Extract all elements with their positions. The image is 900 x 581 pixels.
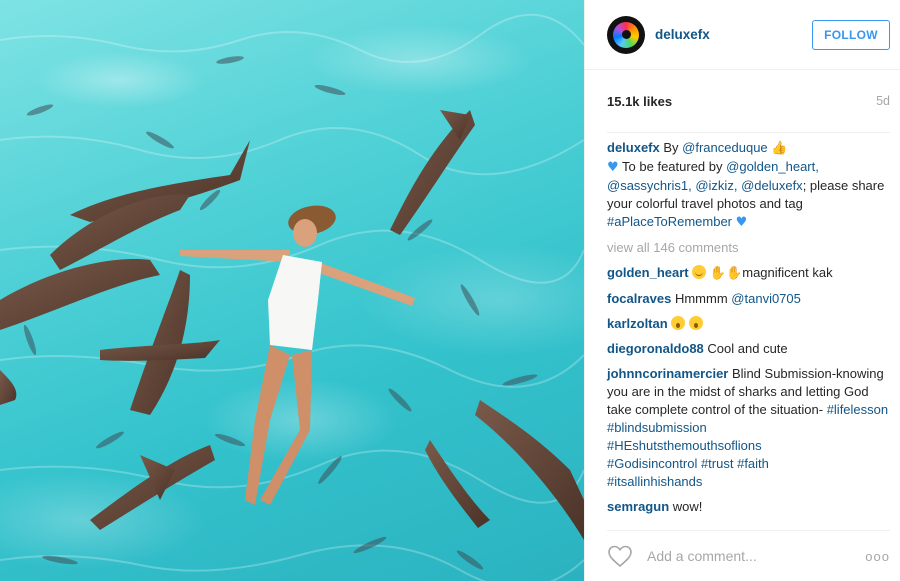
comments-list: deluxefx By @franceduque 👍 ♥ To be featu… [585, 133, 900, 516]
more-options-icon[interactable]: ooo [865, 549, 890, 564]
comment: diegoronaldo88 Cool and cute [607, 340, 890, 358]
comment-text: Hmmmm [674, 291, 728, 306]
comment: focalraves Hmmmm @tanvi0705 [607, 290, 890, 308]
comment-username[interactable]: diegoronaldo88 [607, 341, 704, 356]
caption-mention[interactable]: @franceduque [682, 140, 767, 155]
photo-illustration [0, 13, 584, 581]
caption-mention[interactable]: @sassychris1, [607, 178, 692, 193]
scream-face-icon [688, 316, 703, 330]
comment-hashtag[interactable]: #Godisincontrol [607, 456, 697, 471]
comment-hashtag[interactable]: #trust [701, 456, 734, 471]
comment-text: magnificent kak [742, 265, 833, 280]
instagram-post: deluxefx FOLLOW 15.1k likes 5d deluxefx … [0, 0, 900, 581]
swimmer [180, 205, 415, 505]
comment: golden_heart ✋✋magnificent kak [607, 264, 890, 283]
follow-button[interactable]: FOLLOW [812, 19, 890, 50]
clapping-hands-icon: ✋✋ [709, 266, 743, 281]
author-username[interactable]: deluxefx [655, 27, 812, 42]
caption-by: By [663, 140, 679, 155]
comment: karlzoltan [607, 315, 890, 333]
comment-username[interactable]: golden_heart [607, 265, 689, 280]
caption-mention[interactable]: @izkiz, [695, 178, 737, 193]
view-all-comments-link[interactable]: view all 146 comments [607, 239, 890, 257]
post-photo[interactable] [0, 0, 584, 581]
likes-count[interactable]: 15.1k likes [607, 94, 672, 109]
comment: johnncorinamercier Blind Submission-know… [607, 365, 890, 491]
caption-mention[interactable]: @deluxefx [741, 178, 803, 193]
likes-row: 15.1k likes 5d [607, 70, 890, 133]
caption-hashtag[interactable]: #aPlaceToRemember [607, 214, 732, 229]
comment-username[interactable]: focalraves [607, 291, 671, 306]
smiley-icon [692, 265, 707, 279]
comment-hashtag[interactable]: #lifelesson [827, 402, 888, 417]
caption: deluxefx By @franceduque 👍 ♥ To be featu… [607, 139, 890, 232]
caption-mention[interactable]: @golden_heart, [726, 159, 819, 174]
comment-text: wow! [672, 499, 703, 514]
comment: semragun wow! [607, 498, 890, 516]
post-sidebar: deluxefx FOLLOW 15.1k likes 5d deluxefx … [584, 0, 900, 581]
caption-username[interactable]: deluxefx [607, 140, 660, 155]
comment-hashtag[interactable]: #blindsubmission [607, 420, 707, 435]
comment-text: Cool and cute [707, 341, 788, 356]
avatar-logo-icon [613, 21, 639, 48]
comment-username[interactable]: johnncorinamercier [607, 366, 728, 381]
post-age[interactable]: 5d [876, 94, 890, 108]
avatar[interactable] [607, 15, 645, 54]
heart-outline-icon[interactable] [607, 544, 633, 568]
blue-heart-icon: ♥ [607, 160, 619, 175]
comment-hashtag[interactable]: #faith [737, 456, 769, 471]
comment-mention[interactable]: @tanvi0705 [731, 291, 801, 306]
comment-hashtag[interactable]: #HEshutsthemouthsoflions [607, 438, 762, 453]
thumbs-up-icon: 👍 [771, 141, 788, 156]
scream-face-icon [671, 316, 686, 330]
comment-hashtag[interactable]: #itsallinhishands [607, 474, 702, 489]
blue-heart-icon: ♥ [735, 215, 748, 230]
add-comment-input[interactable] [645, 547, 866, 565]
comment-username[interactable]: karlzoltan [607, 316, 668, 331]
comment-footer: ooo [607, 530, 890, 581]
post-header: deluxefx FOLLOW [585, 0, 900, 70]
comment-username[interactable]: semragun [607, 499, 669, 514]
caption-text: To be featured by [622, 159, 723, 174]
